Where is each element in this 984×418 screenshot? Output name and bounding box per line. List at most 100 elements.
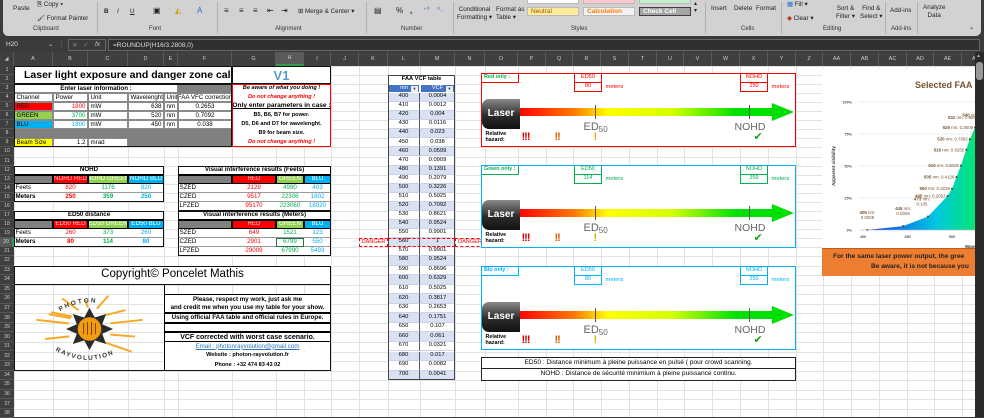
- column-header-g[interactable]: G: [232, 52, 276, 66]
- column-header-d[interactable]: D: [128, 52, 164, 66]
- row-header-23[interactable]: 23: [0, 265, 14, 276]
- format-button[interactable]: Format: [756, 5, 776, 12]
- currency-icon[interactable]: ▤: [374, 6, 382, 15]
- style-bad[interactable]: [583, 0, 635, 4]
- align-left-icon[interactable]: ≡: [224, 6, 229, 15]
- row-header-24[interactable]: 24: [0, 275, 14, 285]
- column-header-i[interactable]: I: [304, 52, 331, 66]
- column-header-x[interactable]: X: [740, 52, 768, 66]
- column-header-l[interactable]: L: [388, 52, 420, 66]
- column-header-ad[interactable]: AD: [907, 52, 934, 66]
- row-header-14[interactable]: 14: [0, 183, 14, 193]
- underline-button[interactable]: U: [130, 8, 135, 15]
- fill-button[interactable]: ▦ Fill ▾: [787, 1, 808, 8]
- column-header-v[interactable]: V: [684, 52, 712, 66]
- row-header-22[interactable]: 22: [0, 256, 14, 266]
- format-painter-button[interactable]: 🖌 Format Painter: [37, 14, 88, 22]
- row-header-31[interactable]: 31: [0, 341, 14, 352]
- row-header-8[interactable]: 8: [0, 129, 14, 139]
- style-calculation[interactable]: Calculation: [583, 7, 635, 16]
- clear-button[interactable]: ◆ Clear ▾: [787, 15, 814, 22]
- italic-button[interactable]: I: [117, 8, 119, 15]
- row-header-26[interactable]: 26: [0, 294, 14, 304]
- row-header-27[interactable]: 27: [0, 303, 14, 314]
- font-color-icon[interactable]: A: [197, 6, 202, 15]
- bold-button[interactable]: B: [104, 8, 109, 15]
- row-header-7[interactable]: 7: [0, 120, 14, 130]
- align-center-icon[interactable]: ≡: [239, 6, 244, 15]
- row-header-15[interactable]: 15: [0, 192, 14, 202]
- column-header-r[interactable]: R: [573, 52, 601, 66]
- styles-scroll-icon[interactable]: ▴ ▾: [694, 0, 697, 14]
- row-header-29[interactable]: 29: [0, 322, 14, 333]
- row-header-17[interactable]: 17: [0, 210, 14, 220]
- comma-button[interactable]: ,: [410, 6, 412, 15]
- paste-button[interactable]: Paste: [13, 5, 30, 12]
- column-header-m[interactable]: M: [420, 52, 455, 66]
- row-header-20[interactable]: 20: [0, 237, 14, 247]
- cancel-icon[interactable]: ✕: [72, 41, 77, 49]
- row-header-5[interactable]: 5: [0, 102, 14, 112]
- row-header-19[interactable]: 19: [0, 228, 14, 238]
- column-header-k[interactable]: K: [359, 52, 388, 66]
- style-good[interactable]: [639, 0, 691, 4]
- increase-decimal-icon[interactable]: ⁺⁰: [423, 6, 430, 14]
- analyze-data-button[interactable]: Analyze Data: [923, 4, 945, 20]
- vertical-scrollbar[interactable]: ▲: [975, 52, 984, 417]
- column-header-p[interactable]: P: [518, 52, 546, 66]
- conditional-formatting-button[interactable]: Conditional Formatting ▾: [457, 6, 492, 22]
- scrollbar-thumb[interactable]: [976, 62, 983, 80]
- sort-filter-button[interactable]: Sort & Filter ▾: [836, 5, 855, 21]
- column-header-h[interactable]: H: [276, 52, 304, 66]
- copy-button[interactable]: ⎘ Copy ▾: [37, 1, 63, 9]
- column-header-aa[interactable]: AA: [823, 52, 851, 66]
- row-header-36[interactable]: 36: [0, 389, 14, 400]
- column-header-n[interactable]: N: [455, 52, 485, 66]
- column-header-t[interactable]: T: [629, 52, 657, 66]
- row-header-11[interactable]: 11: [0, 156, 14, 166]
- column-header-s[interactable]: S: [601, 52, 629, 66]
- row-header-4[interactable]: 4: [0, 93, 14, 103]
- column-header-a[interactable]: A: [14, 52, 53, 66]
- borders-icon[interactable]: ▣: [153, 6, 161, 15]
- scroll-up-icon[interactable]: ▲: [976, 53, 981, 59]
- row-header-34[interactable]: 34: [0, 370, 14, 381]
- row-header-3[interactable]: 3: [0, 84, 14, 94]
- column-header-z[interactable]: Z: [796, 52, 823, 66]
- row-header-1[interactable]: 1: [0, 66, 14, 76]
- row-header-10[interactable]: 10: [0, 147, 14, 157]
- column-header-u[interactable]: U: [657, 52, 684, 66]
- row-header-25[interactable]: 25: [0, 284, 14, 295]
- column-header-o[interactable]: O: [485, 52, 518, 66]
- row-header-35[interactable]: 35: [0, 380, 14, 390]
- insert-button[interactable]: Insert: [711, 5, 727, 12]
- row-header-30[interactable]: 30: [0, 332, 14, 342]
- row-header-28[interactable]: 28: [0, 313, 14, 323]
- row-header-2[interactable]: 2: [0, 75, 14, 85]
- row-header-12[interactable]: 12: [0, 165, 14, 175]
- add-ins-button[interactable]: Add-ins: [890, 7, 911, 14]
- row-header-9[interactable]: 9: [0, 138, 14, 148]
- column-header-e[interactable]: E: [164, 52, 178, 66]
- row-header-37[interactable]: 37: [0, 399, 14, 409]
- row-header-18[interactable]: 18: [0, 219, 14, 229]
- column-header-ab[interactable]: AB: [851, 52, 879, 66]
- column-header-j[interactable]: J: [331, 52, 359, 66]
- format-as-table-button[interactable]: Format as Table ▾: [496, 6, 524, 22]
- row-header-21[interactable]: 21: [0, 247, 14, 257]
- indent-decrease-icon[interactable]: ⇤: [267, 6, 274, 15]
- collapse-ribbon-icon[interactable]: ⌄: [969, 24, 974, 31]
- column-header-c[interactable]: C: [88, 52, 128, 66]
- column-header-ac[interactable]: AC: [879, 52, 907, 66]
- select-all-button[interactable]: ◢: [0, 52, 14, 66]
- align-right-icon[interactable]: ≡: [253, 6, 258, 15]
- column-header-ae[interactable]: AE: [934, 52, 962, 66]
- row-header-13[interactable]: 13: [0, 174, 14, 184]
- delete-button[interactable]: Delete: [734, 5, 752, 12]
- indent-increase-icon[interactable]: ⇥: [281, 6, 288, 15]
- decrease-decimal-icon[interactable]: ⁰₋: [437, 6, 444, 14]
- column-header-b[interactable]: B: [53, 52, 88, 66]
- column-header-w[interactable]: W: [712, 52, 740, 66]
- row-header-16[interactable]: 16: [0, 201, 14, 211]
- style-normal[interactable]: [527, 0, 579, 4]
